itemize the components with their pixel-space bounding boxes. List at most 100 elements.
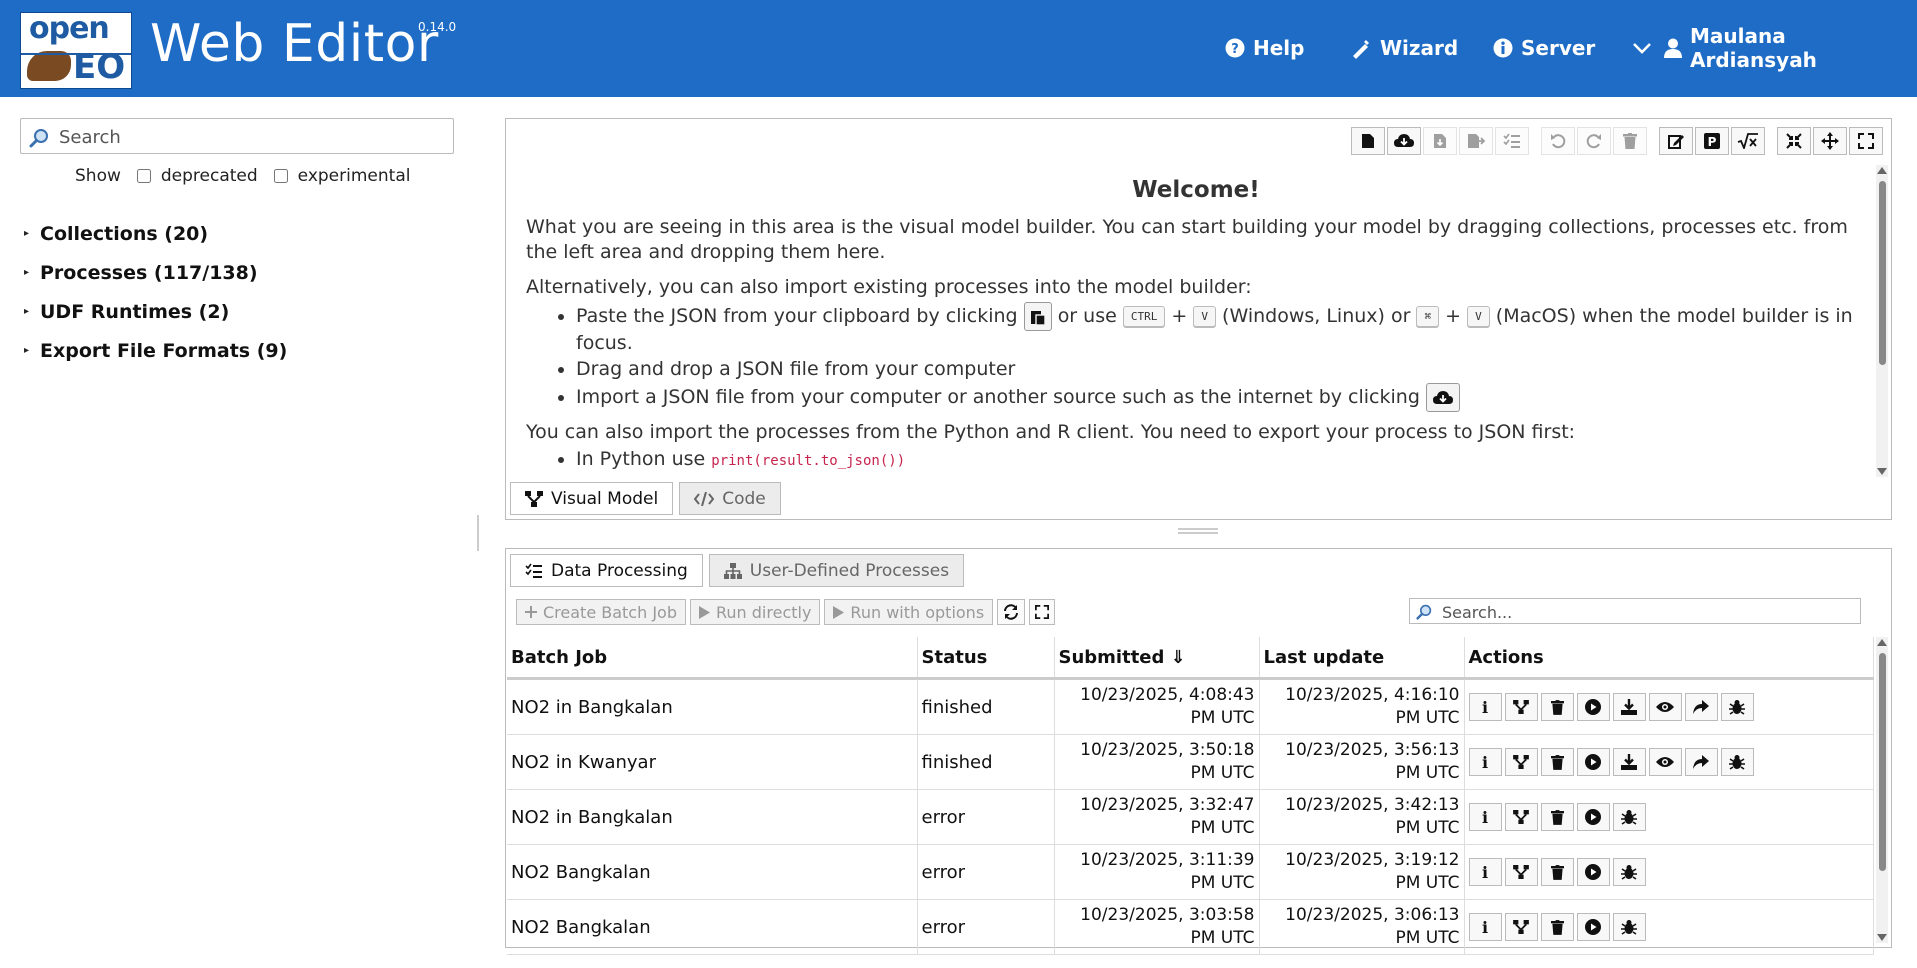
job-delete-button[interactable]	[1540, 693, 1574, 721]
column-header-submitted[interactable]: Submitted ⇓	[1054, 637, 1260, 680]
export-code-button[interactable]	[1459, 127, 1493, 155]
edit-metadata-button[interactable]	[1659, 127, 1693, 155]
table-row[interactable]: NO2 in Bangkalan finished 10/23/2025, 4:08…	[507, 678, 1874, 735]
job-debug-logs-button[interactable]	[1720, 693, 1754, 721]
job-search-input[interactable]	[1440, 600, 1854, 624]
server-label: Server	[1521, 36, 1596, 60]
scroll-down-arrow[interactable]	[1877, 934, 1887, 941]
job-view-results-button[interactable]	[1648, 693, 1682, 721]
export-file-button[interactable]	[1423, 127, 1457, 155]
job-debug-logs-button[interactable]	[1720, 748, 1754, 776]
job-start-button[interactable]	[1576, 858, 1610, 886]
formula-button[interactable]	[1731, 127, 1765, 155]
deprecated-checkbox[interactable]	[136, 169, 151, 183]
tab-data-processing[interactable]: Data Processing	[510, 554, 703, 587]
job-start-button[interactable]	[1576, 748, 1610, 776]
tab-visual-model[interactable]: Visual Model	[510, 482, 674, 515]
refresh-button[interactable]	[997, 599, 1026, 625]
new-file-button[interactable]	[1351, 127, 1385, 155]
help-label: Help	[1253, 36, 1305, 60]
undo-button[interactable]	[1541, 127, 1575, 155]
timestamp-line: PM UTC	[1190, 818, 1255, 838]
job-show-process-button[interactable]	[1504, 913, 1538, 941]
table-row[interactable]: NO2 Bangkalan error 10/23/2025, 3:03:58 PM …	[507, 899, 1874, 955]
job-start-button[interactable]	[1576, 693, 1610, 721]
job-view-results-button[interactable]	[1648, 748, 1682, 776]
model-scrollbar[interactable]	[1876, 165, 1888, 477]
table-row[interactable]: NO2 in Kwanyar finished 10/23/2025, 3:50:1…	[507, 734, 1874, 790]
tab-user-defined-processes[interactable]: User-Defined Processes	[708, 554, 965, 587]
sidebar-search-input[interactable]	[57, 123, 451, 151]
scroll-up-arrow[interactable]	[1877, 167, 1887, 174]
job-delete-button[interactable]	[1540, 803, 1574, 831]
job-status: error	[917, 844, 1055, 900]
vertical-splitter[interactable]	[477, 515, 483, 551]
create-batch-job-button[interactable]: Create Batch Job	[516, 599, 686, 625]
fullscreen-button[interactable]	[1029, 599, 1056, 625]
job-share-button[interactable]	[1684, 748, 1718, 776]
job-delete-button[interactable]	[1540, 858, 1574, 886]
job-last-update: 10/23/2025, 3:06:13 PM UTC	[1259, 899, 1465, 955]
bug-icon	[1621, 809, 1637, 825]
job-info-button[interactable]: i	[1468, 748, 1502, 776]
move-button[interactable]	[1813, 127, 1847, 155]
job-start-button[interactable]	[1576, 803, 1610, 831]
job-download-button[interactable]	[1612, 693, 1646, 721]
user-menu-button[interactable]: Maulana Ardiansyah	[1632, 24, 1917, 72]
import-cloud-button[interactable]	[1387, 127, 1421, 155]
openeo-logo[interactable]: open EO	[20, 11, 132, 89]
job-start-button[interactable]	[1576, 913, 1610, 941]
job-info-button[interactable]: i	[1468, 913, 1502, 941]
job-debug-logs-button[interactable]	[1612, 803, 1646, 831]
run-directly-button[interactable]: Run directly	[690, 599, 821, 625]
job-info-button[interactable]: i	[1468, 803, 1502, 831]
undo-icon	[1550, 133, 1566, 149]
horizontal-splitter[interactable]	[1178, 528, 1218, 534]
job-show-process-button[interactable]	[1504, 803, 1538, 831]
job-show-process-button[interactable]	[1504, 693, 1538, 721]
sidebar-item-processes[interactable]: ▸ Processes (117/138)	[24, 253, 287, 292]
column-header-status[interactable]: Status	[917, 637, 1055, 680]
tab-code[interactable]: Code	[679, 482, 781, 515]
experimental-checkbox[interactable]	[273, 169, 288, 183]
scrollbar-thumb[interactable]	[1879, 181, 1886, 365]
wizard-nav-button[interactable]: Wizard	[1350, 34, 1458, 62]
scroll-up-arrow[interactable]	[1877, 639, 1887, 646]
job-delete-button[interactable]	[1540, 913, 1574, 941]
job-last-update: 10/23/2025, 3:56:13 PM UTC	[1259, 734, 1465, 790]
timestamp-line: PM UTC	[1395, 763, 1460, 783]
job-delete-button[interactable]	[1540, 748, 1574, 776]
column-header-last-update[interactable]: Last update	[1259, 637, 1465, 680]
server-nav-button[interactable]: Server	[1493, 34, 1595, 62]
parameters-button[interactable]: P	[1695, 127, 1729, 155]
job-download-button[interactable]	[1612, 748, 1646, 776]
job-info-button[interactable]: i	[1468, 693, 1502, 721]
timestamp-line: 10/23/2025, 3:03:58	[1080, 905, 1255, 925]
scroll-down-arrow[interactable]	[1877, 468, 1887, 475]
redo-button[interactable]	[1577, 127, 1611, 155]
sidebar-item-collections[interactable]: ▸ Collections (20)	[24, 214, 287, 253]
run-with-options-button[interactable]: Run with options	[824, 599, 994, 625]
job-show-process-button[interactable]	[1504, 858, 1538, 886]
job-info-button[interactable]: i	[1468, 858, 1502, 886]
scrollbar-thumb[interactable]	[1879, 653, 1886, 871]
table-row[interactable]: NO2 in Bangkalan error 10/23/2025, 3:32:47…	[507, 789, 1874, 845]
job-share-button[interactable]	[1684, 693, 1718, 721]
validate-button[interactable]	[1495, 127, 1529, 155]
job-debug-logs-button[interactable]	[1612, 858, 1646, 886]
paste-button[interactable]	[1023, 302, 1052, 331]
job-show-process-button[interactable]	[1504, 748, 1538, 776]
timestamp-line: 10/23/2025, 3:42:13	[1285, 795, 1460, 815]
job-debug-logs-button[interactable]	[1612, 913, 1646, 941]
sidebar-item-export-formats[interactable]: ▸ Export File Formats (9)	[24, 331, 287, 370]
import-button[interactable]	[1425, 383, 1460, 412]
trash-icon	[1550, 809, 1564, 825]
table-row[interactable]: NO2 Bangkalan error 10/23/2025, 3:11:39 PM …	[507, 844, 1874, 900]
column-header-batch-job[interactable]: Batch Job	[507, 637, 918, 680]
fullscreen-button[interactable]	[1849, 127, 1883, 155]
compress-button[interactable]	[1777, 127, 1811, 155]
help-nav-button[interactable]: ? Help	[1225, 34, 1304, 62]
delete-button[interactable]	[1613, 127, 1647, 155]
sidebar-item-udf-runtimes[interactable]: ▸ UDF Runtimes (2)	[24, 292, 287, 331]
table-scrollbar[interactable]	[1876, 637, 1888, 943]
